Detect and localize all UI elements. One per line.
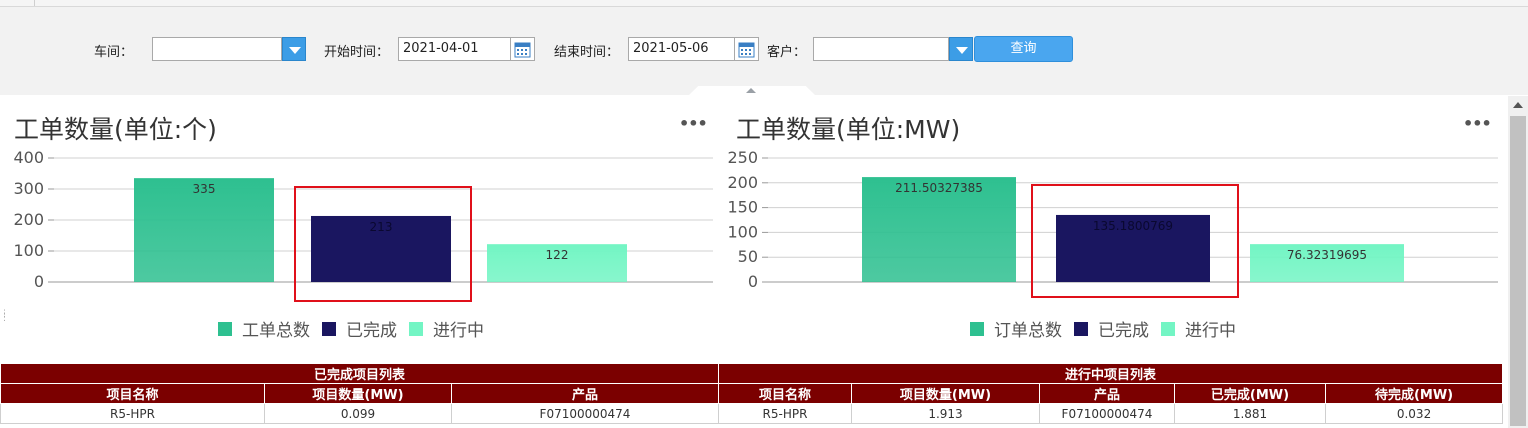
legend-label: 进行中 [433, 321, 484, 341]
table-cell: R5-HPR [718, 403, 852, 424]
start-calendar-icon[interactable] [511, 37, 535, 61]
y-tick-label: 400 [13, 148, 44, 167]
resize-grip-icon[interactable]: ⋮ ⋮ [0, 310, 9, 326]
legend-label: 已完成 [1098, 321, 1149, 341]
y-tick-label: 150 [727, 198, 758, 217]
y-tick-label: 0 [748, 272, 758, 291]
completed-table-title: 已完成项目列表 [0, 363, 719, 384]
bar-value-label: 76.32319695 [1287, 248, 1367, 262]
customer-dropdown-icon[interactable] [949, 37, 973, 61]
table-cell: 1.881 [1174, 403, 1326, 424]
column-header[interactable]: 项目名称 [0, 383, 265, 404]
legend-label: 已完成 [346, 321, 397, 341]
column-header[interactable]: 待完成(MW) [1324, 383, 1504, 404]
legend-label: 工单总数 [242, 321, 310, 341]
legend-swatch [218, 321, 232, 336]
column-header[interactable]: 已完成(MW) [1174, 383, 1326, 404]
legend-item[interactable]: 工单总数 [218, 316, 310, 341]
legend-swatch [1074, 321, 1088, 336]
scrollbar-thumb[interactable] [1510, 116, 1526, 426]
y-tick-label: 0 [34, 272, 44, 291]
collapse-arrow-icon[interactable] [746, 88, 756, 93]
table-cell: 0.099 [264, 403, 452, 424]
collapse-tab[interactable] [688, 86, 816, 96]
bar-value-label: 211.50327385 [895, 181, 983, 195]
highlight-box-chart2 [1031, 184, 1239, 298]
completed-projects-table: 已完成项目列表 项目名称 项目数量(MW) 产品 R5-HPR 0.099 F0… [0, 363, 719, 424]
inprogress-projects-table: 进行中项目列表 项目名称 项目数量(MW) 产品 已完成(MW) 待完成(MW)… [717, 363, 1504, 424]
table-cell: R5-HPR [0, 403, 265, 424]
y-tick-label: 300 [13, 179, 44, 198]
legend-item[interactable]: 订单总数 [970, 316, 1062, 341]
table-cell: F07100000474 [451, 403, 719, 424]
chart1-more-icon[interactable]: ••• [679, 114, 708, 133]
end-time-label: 结束时间： [554, 45, 620, 60]
workshop-label: 车间： [94, 45, 134, 60]
table-row[interactable]: R5-HPR 1.913 F07100000474 1.881 0.032 [718, 403, 1504, 424]
table-cell: 0.032 [1324, 403, 1504, 424]
table-cell: F07100000474 [1039, 403, 1175, 424]
legend-item[interactable]: 进行中 [409, 316, 484, 341]
start-date-input[interactable]: 2021-04-01 [398, 37, 511, 61]
column-header[interactable]: 项目数量(MW) [264, 383, 452, 404]
legend-swatch [1161, 321, 1175, 336]
customer-label: 客户： [767, 45, 807, 60]
column-header[interactable]: 产品 [451, 383, 719, 404]
highlight-box-chart1 [294, 186, 472, 302]
y-tick-label: 100 [727, 222, 758, 241]
inprogress-table-title: 进行中项目列表 [717, 363, 1504, 384]
chart2-more-icon[interactable]: ••• [1463, 114, 1492, 133]
table-cell: 1.913 [851, 403, 1040, 424]
workshop-dropdown-icon[interactable] [282, 37, 306, 61]
legend-label: 进行中 [1185, 321, 1236, 341]
chart1-legend: 工单总数 已完成 进行中 [218, 316, 496, 341]
legend-label: 订单总数 [994, 321, 1062, 341]
workshop-select[interactable] [152, 37, 282, 61]
column-header[interactable]: 项目数量(MW) [851, 383, 1040, 404]
customer-select[interactable] [813, 37, 949, 61]
end-date-input[interactable]: 2021-05-06 [628, 37, 735, 61]
y-tick-label: 200 [727, 173, 758, 192]
column-header[interactable]: 项目名称 [718, 383, 852, 404]
bar-value-label: 122 [546, 248, 569, 262]
vertical-scrollbar[interactable] [1508, 96, 1528, 428]
top-bar [0, 0, 1528, 7]
chart2-legend: 订单总数 已完成 进行中 [970, 316, 1248, 341]
y-tick-label: 250 [727, 148, 758, 167]
scroll-up-arrow-icon[interactable] [1513, 102, 1523, 108]
y-tick-label: 200 [13, 210, 44, 229]
y-tick-label: 100 [13, 241, 44, 260]
legend-item[interactable]: 进行中 [1161, 316, 1236, 341]
legend-swatch [409, 321, 423, 336]
query-button[interactable]: 查询 [974, 36, 1073, 62]
column-header[interactable]: 产品 [1039, 383, 1175, 404]
top-bar-divider [34, 0, 35, 6]
bar-value-label: 335 [193, 182, 216, 196]
start-time-label: 开始时间： [324, 45, 390, 60]
y-tick-label: 50 [738, 247, 758, 266]
legend-item[interactable]: 已完成 [322, 316, 397, 341]
legend-item[interactable]: 已完成 [1074, 316, 1149, 341]
end-calendar-icon[interactable] [735, 37, 759, 61]
legend-swatch [322, 321, 336, 336]
table-row[interactable]: R5-HPR 0.099 F07100000474 [0, 403, 719, 424]
legend-swatch [970, 321, 984, 336]
